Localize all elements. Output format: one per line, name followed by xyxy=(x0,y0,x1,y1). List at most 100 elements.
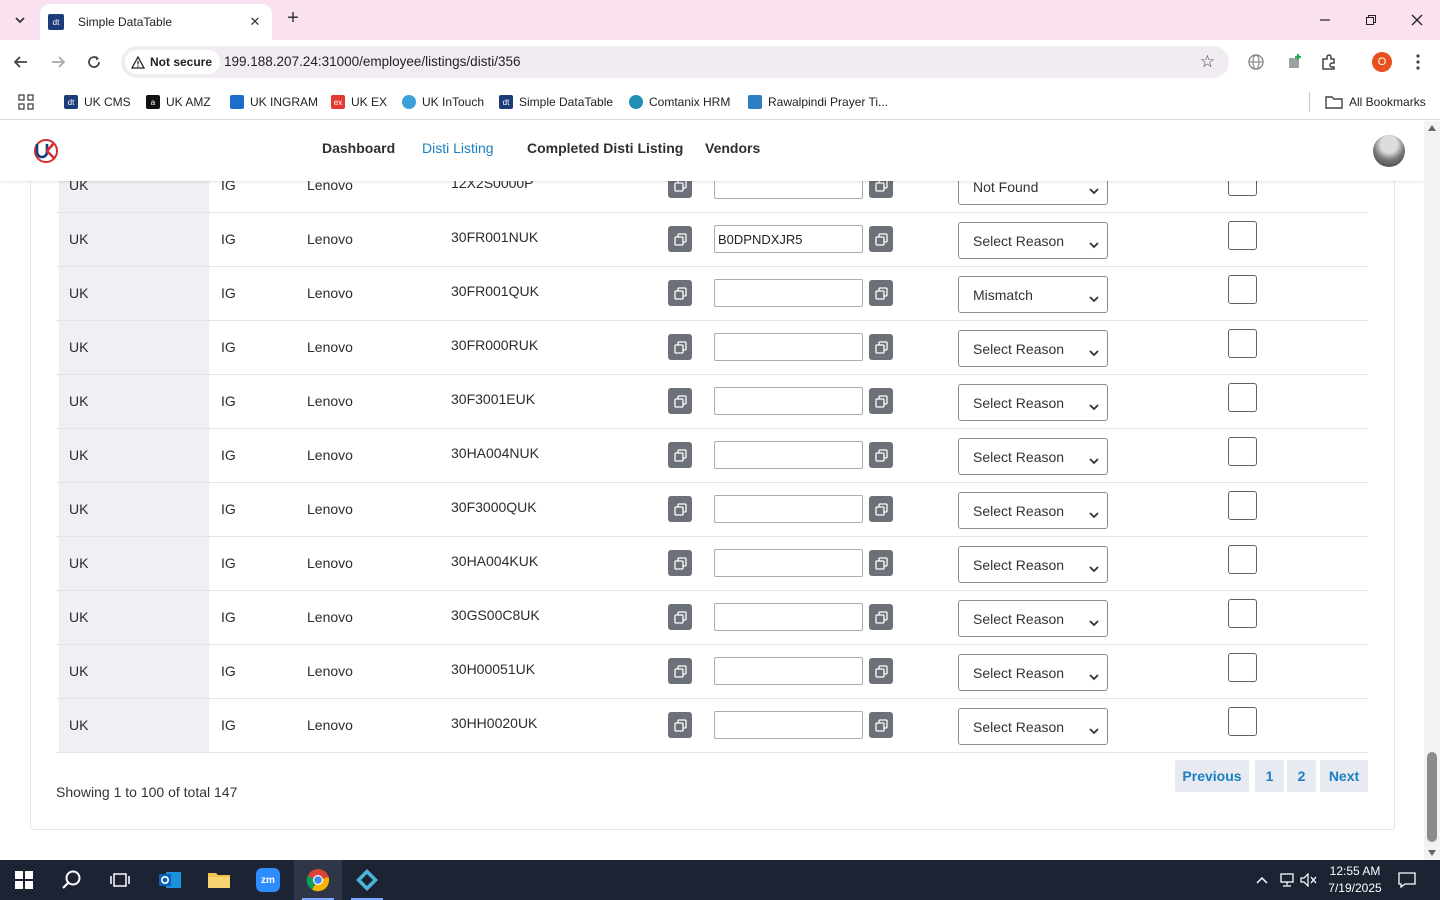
asin-input[interactable] xyxy=(714,333,863,361)
notifications-icon[interactable] xyxy=(1396,860,1418,900)
forward-button[interactable] xyxy=(45,49,71,75)
asin-input[interactable] xyxy=(714,549,863,577)
nav-completed-disti-listing[interactable]: Completed Disti Listing xyxy=(527,140,683,156)
row-checkbox[interactable] xyxy=(1228,653,1257,682)
reload-button[interactable] xyxy=(81,49,107,75)
copy-asin-button[interactable] xyxy=(869,388,893,414)
taskbar-file-explorer[interactable] xyxy=(195,860,243,900)
page-scrollbar[interactable] xyxy=(1424,121,1440,860)
search-button[interactable] xyxy=(48,860,96,900)
row-checkbox[interactable] xyxy=(1228,329,1257,358)
copy-sku-button[interactable] xyxy=(668,388,692,414)
volume-muted-icon[interactable] xyxy=(1299,860,1319,900)
taskbar-app-diamond[interactable] xyxy=(343,860,391,900)
row-checkbox[interactable] xyxy=(1228,383,1257,412)
row-checkbox[interactable] xyxy=(1228,599,1257,628)
copy-asin-button[interactable] xyxy=(869,334,893,360)
network-icon[interactable] xyxy=(1276,860,1298,900)
reason-select[interactable]: Select Reason xyxy=(958,600,1108,637)
bookmark-uk-intouch[interactable]: UK InTouch xyxy=(402,92,484,112)
tab-close-icon[interactable]: ✕ xyxy=(246,13,264,31)
bookmark-star-icon[interactable]: ☆ xyxy=(1200,52,1215,72)
asin-input[interactable] xyxy=(714,603,863,631)
copy-asin-button[interactable] xyxy=(869,604,893,630)
bookmark-uk-cms[interactable]: dt UK CMS xyxy=(64,92,131,112)
reason-select[interactable]: Select Reason xyxy=(958,330,1108,367)
row-checkbox[interactable] xyxy=(1228,491,1257,520)
copy-asin-button[interactable] xyxy=(869,496,893,522)
asin-input[interactable] xyxy=(714,279,863,307)
uk-logo-icon[interactable] xyxy=(32,137,60,165)
bookmark-simple-datatable[interactable]: dt Simple DataTable xyxy=(499,92,613,112)
nav-dashboard[interactable]: Dashboard xyxy=(322,140,395,156)
reason-select[interactable]: Select Reason xyxy=(958,546,1108,583)
copy-sku-button[interactable] xyxy=(668,280,692,306)
new-tab-button[interactable]: + xyxy=(282,8,304,30)
tray-overflow-chevron-icon[interactable] xyxy=(1252,860,1272,900)
bookmark-uk-ex[interactable]: ex UK EX xyxy=(331,92,387,112)
taskbar-outlook[interactable] xyxy=(146,860,194,900)
next-page-button[interactable]: Next xyxy=(1320,760,1368,792)
reason-select[interactable]: Mismatch xyxy=(958,276,1108,313)
asin-input[interactable] xyxy=(714,441,863,469)
scroll-down-arrow-icon[interactable] xyxy=(1428,850,1436,856)
back-button[interactable] xyxy=(8,49,34,75)
row-checkbox[interactable] xyxy=(1228,221,1257,250)
task-view-button[interactable] xyxy=(96,860,144,900)
start-button[interactable] xyxy=(0,860,48,900)
copy-asin-button[interactable] xyxy=(869,550,893,576)
nav-vendors[interactable]: Vendors xyxy=(705,140,760,156)
nav-disti-listing[interactable]: Disti Listing xyxy=(422,140,494,156)
asin-input[interactable] xyxy=(714,657,863,685)
copy-sku-button[interactable] xyxy=(668,658,692,684)
copy-sku-button[interactable] xyxy=(668,442,692,468)
address-bar[interactable]: Not secure 199.188.207.24:31000/employee… xyxy=(121,46,1229,78)
asin-input[interactable] xyxy=(714,711,863,739)
row-checkbox[interactable] xyxy=(1228,707,1257,736)
scroll-up-arrow-icon[interactable] xyxy=(1428,125,1436,131)
row-checkbox[interactable] xyxy=(1228,437,1257,466)
taskbar-zoom[interactable]: zm xyxy=(244,860,292,900)
bookmark-uk-ingram[interactable]: UK INGRAM xyxy=(230,92,318,112)
close-window-button[interactable] xyxy=(1394,0,1440,40)
user-avatar[interactable] xyxy=(1373,135,1405,167)
page-2-button[interactable]: 2 xyxy=(1287,760,1316,792)
scroll-thumb[interactable] xyxy=(1427,752,1437,842)
security-indicator[interactable]: Not secure xyxy=(125,50,221,74)
system-clock[interactable]: 12:55 AM 7/19/2025 xyxy=(1318,863,1392,897)
profile-avatar[interactable]: O xyxy=(1371,51,1393,73)
copy-asin-button[interactable] xyxy=(869,442,893,468)
restore-button[interactable] xyxy=(1348,0,1394,40)
copy-sku-button[interactable] xyxy=(668,604,692,630)
row-checkbox[interactable] xyxy=(1228,275,1257,304)
bookmark-comtanix-hrm[interactable]: Comtanix HRM xyxy=(629,92,730,112)
copy-sku-button[interactable] xyxy=(668,334,692,360)
copy-sku-button[interactable] xyxy=(668,712,692,738)
asin-input[interactable] xyxy=(714,495,863,523)
reason-select[interactable]: Select Reason xyxy=(958,438,1108,475)
copy-asin-button[interactable] xyxy=(869,280,893,306)
reason-select[interactable]: Select Reason xyxy=(958,492,1108,529)
copy-asin-button[interactable] xyxy=(869,712,893,738)
bookmark-uk-amz[interactable]: a UK AMZ xyxy=(146,92,211,112)
copy-asin-button[interactable] xyxy=(869,226,893,252)
copy-sku-button[interactable] xyxy=(668,550,692,576)
translate-icon[interactable] xyxy=(1245,51,1267,73)
all-bookmarks-button[interactable]: All Bookmarks xyxy=(1325,92,1426,112)
copy-asin-button[interactable] xyxy=(869,658,893,684)
asin-input[interactable] xyxy=(714,387,863,415)
row-checkbox[interactable] xyxy=(1228,545,1257,574)
copy-sku-button[interactable] xyxy=(668,226,692,252)
apps-grid-icon[interactable] xyxy=(18,92,34,112)
browser-tab-active[interactable]: dt Simple DataTable ✕ xyxy=(40,4,272,40)
bookmark-prayer-times[interactable]: Rawalpindi Prayer Ti... xyxy=(748,92,888,112)
extension-puzzle-plus-icon[interactable] xyxy=(1284,51,1306,73)
tab-search-button[interactable] xyxy=(6,7,34,33)
previous-page-button[interactable]: Previous xyxy=(1175,760,1249,792)
extensions-icon[interactable] xyxy=(1318,51,1340,73)
reason-select[interactable]: Select Reason xyxy=(958,654,1108,691)
reason-select[interactable]: Select Reason xyxy=(958,384,1108,421)
browser-menu-icon[interactable] xyxy=(1407,51,1429,73)
url-text[interactable]: 199.188.207.24:31000/employee/listings/d… xyxy=(224,46,520,78)
minimize-button[interactable] xyxy=(1302,0,1348,40)
